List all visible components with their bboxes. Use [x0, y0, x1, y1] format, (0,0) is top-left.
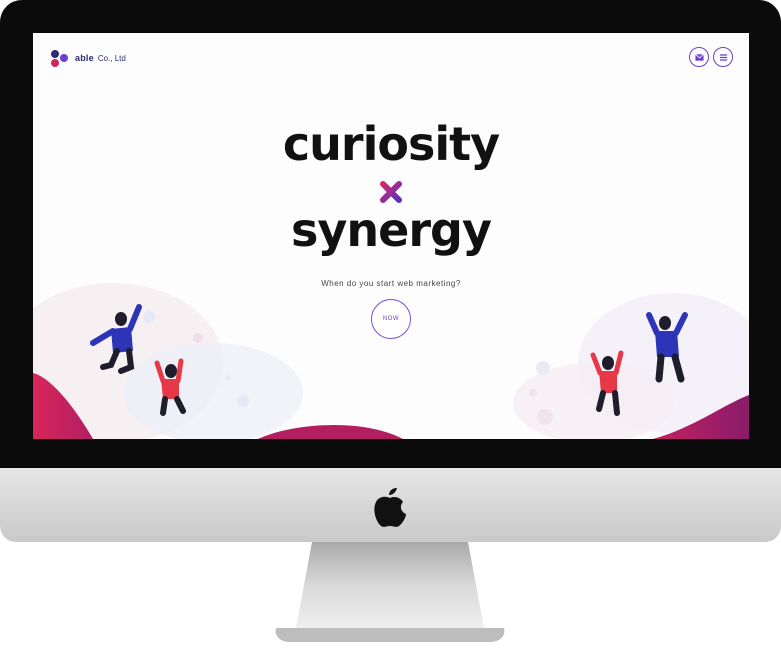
website-screen: able Co., Ltd curiosity synergy When do … [33, 33, 749, 439]
now-button[interactable]: NOW [371, 299, 411, 339]
brand-mark-icon [51, 50, 68, 67]
monitor-stand [275, 542, 505, 642]
mail-icon [694, 53, 704, 61]
cross-icon [380, 181, 402, 203]
hero-headline-line2: synergy [291, 203, 492, 257]
hero-headline-line1: curiosity [282, 117, 500, 171]
brand-logo[interactable]: able Co., Ltd [49, 48, 126, 68]
brand-name: able [75, 53, 94, 63]
apple-logo-icon [374, 488, 406, 527]
hero-tagline: When do you start web marketing? [321, 279, 461, 288]
brand-suffix: Co., Ltd [97, 53, 126, 63]
menu-icon [719, 53, 727, 61]
contact-button[interactable] [689, 47, 709, 67]
menu-button[interactable] [713, 47, 733, 67]
